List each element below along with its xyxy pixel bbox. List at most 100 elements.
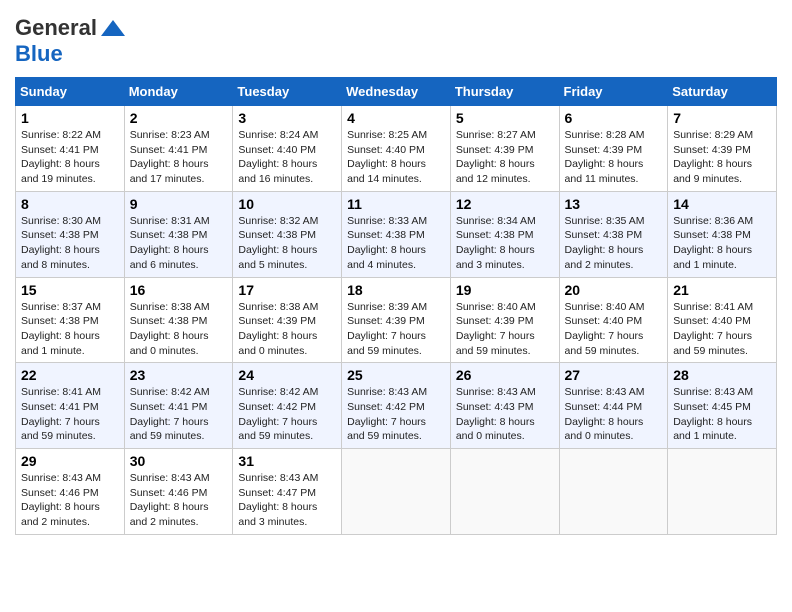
day-info: Sunrise: 8:40 AMSunset: 4:39 PMDaylight:…: [456, 300, 554, 359]
calendar-cell: 7Sunrise: 8:29 AMSunset: 4:39 PMDaylight…: [668, 106, 777, 192]
weekday-monday: Monday: [124, 78, 233, 106]
weekday-thursday: Thursday: [450, 78, 559, 106]
day-info: Sunrise: 8:25 AMSunset: 4:40 PMDaylight:…: [347, 128, 445, 187]
calendar-cell: 11Sunrise: 8:33 AMSunset: 4:38 PMDayligh…: [342, 191, 451, 277]
calendar-cell: 29 Sunrise: 8:43 AMSunset: 4:46 PMDayligh…: [16, 449, 125, 535]
day-info: Sunrise: 8:37 AMSunset: 4:38 PMDaylight:…: [21, 300, 119, 359]
calendar-cell: 30 Sunrise: 8:43 AMSunset: 4:46 PMDayligh…: [124, 449, 233, 535]
day-info: Sunrise: 8:22 AMSunset: 4:41 PMDaylight:…: [21, 128, 119, 187]
calendar-cell: 15 Sunrise: 8:37 AMSunset: 4:38 PMDayligh…: [16, 277, 125, 363]
calendar-week-2: 8 Sunrise: 8:30 AMSunset: 4:38 PMDaylight…: [16, 191, 777, 277]
calendar-week-1: 1 Sunrise: 8:22 AMSunset: 4:41 PMDaylight…: [16, 106, 777, 192]
day-number: 6: [565, 110, 663, 126]
weekday-saturday: Saturday: [668, 78, 777, 106]
day-info: Sunrise: 8:31 AMSunset: 4:38 PMDaylight:…: [130, 214, 228, 273]
calendar-cell: [668, 449, 777, 535]
calendar-cell: 17 Sunrise: 8:38 AMSunset: 4:39 PMDayligh…: [233, 277, 342, 363]
day-number: 31: [238, 453, 336, 469]
calendar-cell: 18 Sunrise: 8:39 AMSunset: 4:39 PMDayligh…: [342, 277, 451, 363]
day-number: 15: [21, 282, 119, 298]
day-number: 16: [130, 282, 228, 298]
calendar-cell: 6 Sunrise: 8:28 AMSunset: 4:39 PMDaylight…: [559, 106, 668, 192]
day-info: Sunrise: 8:43 AMSunset: 4:43 PMDaylight:…: [456, 385, 554, 444]
logo-blue-text: Blue: [15, 41, 63, 66]
day-info: Sunrise: 8:38 AMSunset: 4:39 PMDaylight:…: [238, 300, 336, 359]
day-info: Sunrise: 8:39 AMSunset: 4:39 PMDaylight:…: [347, 300, 445, 359]
day-number: 29: [21, 453, 119, 469]
calendar-cell: 28 Sunrise: 8:43 AMSunset: 4:45 PMDayligh…: [668, 363, 777, 449]
calendar-cell: [450, 449, 559, 535]
day-number: 8: [21, 196, 119, 212]
day-info: Sunrise: 8:27 AMSunset: 4:39 PMDaylight:…: [456, 128, 554, 187]
day-info: Sunrise: 8:43 AMSunset: 4:42 PMDaylight:…: [347, 385, 445, 444]
calendar-week-3: 15 Sunrise: 8:37 AMSunset: 4:38 PMDayligh…: [16, 277, 777, 363]
day-info: Sunrise: 8:43 AMSunset: 4:47 PMDaylight:…: [238, 471, 336, 530]
calendar-cell: 27 Sunrise: 8:43 AMSunset: 4:44 PMDayligh…: [559, 363, 668, 449]
calendar-cell: 19 Sunrise: 8:40 AMSunset: 4:39 PMDayligh…: [450, 277, 559, 363]
calendar-week-5: 29 Sunrise: 8:43 AMSunset: 4:46 PMDayligh…: [16, 449, 777, 535]
day-info: Sunrise: 8:35 AMSunset: 4:38 PMDaylight:…: [565, 214, 663, 273]
day-number: 20: [565, 282, 663, 298]
day-number: 10: [238, 196, 336, 212]
day-info: Sunrise: 8:33 AMSunset: 4:38 PMDaylight:…: [347, 214, 445, 273]
day-info: Sunrise: 8:43 AMSunset: 4:45 PMDaylight:…: [673, 385, 771, 444]
day-number: 14: [673, 196, 771, 212]
day-number: 21: [673, 282, 771, 298]
day-number: 3: [238, 110, 336, 126]
page-header: General Blue: [15, 15, 777, 67]
day-info: Sunrise: 8:42 AMSunset: 4:41 PMDaylight:…: [130, 385, 228, 444]
calendar-table: SundayMondayTuesdayWednesdayThursdayFrid…: [15, 77, 777, 535]
day-number: 26: [456, 367, 554, 383]
logo: General Blue: [15, 15, 127, 67]
day-number: 7: [673, 110, 771, 126]
calendar-cell: 21 Sunrise: 8:41 AMSunset: 4:40 PMDayligh…: [668, 277, 777, 363]
day-number: 22: [21, 367, 119, 383]
day-number: 1: [21, 110, 119, 126]
calendar-cell: 5 Sunrise: 8:27 AMSunset: 4:39 PMDaylight…: [450, 106, 559, 192]
day-number: 24: [238, 367, 336, 383]
day-info: Sunrise: 8:41 AMSunset: 4:40 PMDaylight:…: [673, 300, 771, 359]
calendar-cell: [342, 449, 451, 535]
calendar-cell: 22 Sunrise: 8:41 AMSunset: 4:41 PMDayligh…: [16, 363, 125, 449]
day-info: Sunrise: 8:30 AMSunset: 4:38 PMDaylight:…: [21, 214, 119, 273]
day-number: 5: [456, 110, 554, 126]
day-number: 12: [456, 196, 554, 212]
day-number: 19: [456, 282, 554, 298]
calendar-cell: 31 Sunrise: 8:43 AMSunset: 4:47 PMDayligh…: [233, 449, 342, 535]
day-info: Sunrise: 8:43 AMSunset: 4:46 PMDaylight:…: [130, 471, 228, 530]
day-info: Sunrise: 8:23 AMSunset: 4:41 PMDaylight:…: [130, 128, 228, 187]
day-info: Sunrise: 8:32 AMSunset: 4:38 PMDaylight:…: [238, 214, 336, 273]
calendar-cell: [559, 449, 668, 535]
day-info: Sunrise: 8:43 AMSunset: 4:44 PMDaylight:…: [565, 385, 663, 444]
calendar-week-4: 22 Sunrise: 8:41 AMSunset: 4:41 PMDayligh…: [16, 363, 777, 449]
calendar-cell: 4Sunrise: 8:25 AMSunset: 4:40 PMDaylight…: [342, 106, 451, 192]
day-number: 17: [238, 282, 336, 298]
day-info: Sunrise: 8:42 AMSunset: 4:42 PMDaylight:…: [238, 385, 336, 444]
calendar-cell: 12 Sunrise: 8:34 AMSunset: 4:38 PMDayligh…: [450, 191, 559, 277]
day-info: Sunrise: 8:38 AMSunset: 4:38 PMDaylight:…: [130, 300, 228, 359]
day-number: 30: [130, 453, 228, 469]
day-info: Sunrise: 8:28 AMSunset: 4:39 PMDaylight:…: [565, 128, 663, 187]
calendar-cell: 3Sunrise: 8:24 AMSunset: 4:40 PMDaylight…: [233, 106, 342, 192]
day-number: 28: [673, 367, 771, 383]
calendar-cell: 16 Sunrise: 8:38 AMSunset: 4:38 PMDayligh…: [124, 277, 233, 363]
weekday-tuesday: Tuesday: [233, 78, 342, 106]
calendar-cell: 8 Sunrise: 8:30 AMSunset: 4:38 PMDaylight…: [16, 191, 125, 277]
day-info: Sunrise: 8:36 AMSunset: 4:38 PMDaylight:…: [673, 214, 771, 273]
logo-icon: [99, 18, 127, 38]
calendar-cell: 1 Sunrise: 8:22 AMSunset: 4:41 PMDaylight…: [16, 106, 125, 192]
day-info: Sunrise: 8:43 AMSunset: 4:46 PMDaylight:…: [21, 471, 119, 530]
calendar-cell: 14 Sunrise: 8:36 AMSunset: 4:38 PMDayligh…: [668, 191, 777, 277]
calendar-body: 1 Sunrise: 8:22 AMSunset: 4:41 PMDaylight…: [16, 106, 777, 535]
calendar-cell: 23Sunrise: 8:42 AMSunset: 4:41 PMDayligh…: [124, 363, 233, 449]
day-number: 18: [347, 282, 445, 298]
day-info: Sunrise: 8:40 AMSunset: 4:40 PMDaylight:…: [565, 300, 663, 359]
calendar-cell: 2Sunrise: 8:23 AMSunset: 4:41 PMDaylight…: [124, 106, 233, 192]
day-info: Sunrise: 8:41 AMSunset: 4:41 PMDaylight:…: [21, 385, 119, 444]
calendar-cell: 20 Sunrise: 8:40 AMSunset: 4:40 PMDayligh…: [559, 277, 668, 363]
day-number: 27: [565, 367, 663, 383]
calendar-cell: 26 Sunrise: 8:43 AMSunset: 4:43 PMDayligh…: [450, 363, 559, 449]
day-info: Sunrise: 8:34 AMSunset: 4:38 PMDaylight:…: [456, 214, 554, 273]
day-number: 13: [565, 196, 663, 212]
calendar-cell: 24 Sunrise: 8:42 AMSunset: 4:42 PMDayligh…: [233, 363, 342, 449]
